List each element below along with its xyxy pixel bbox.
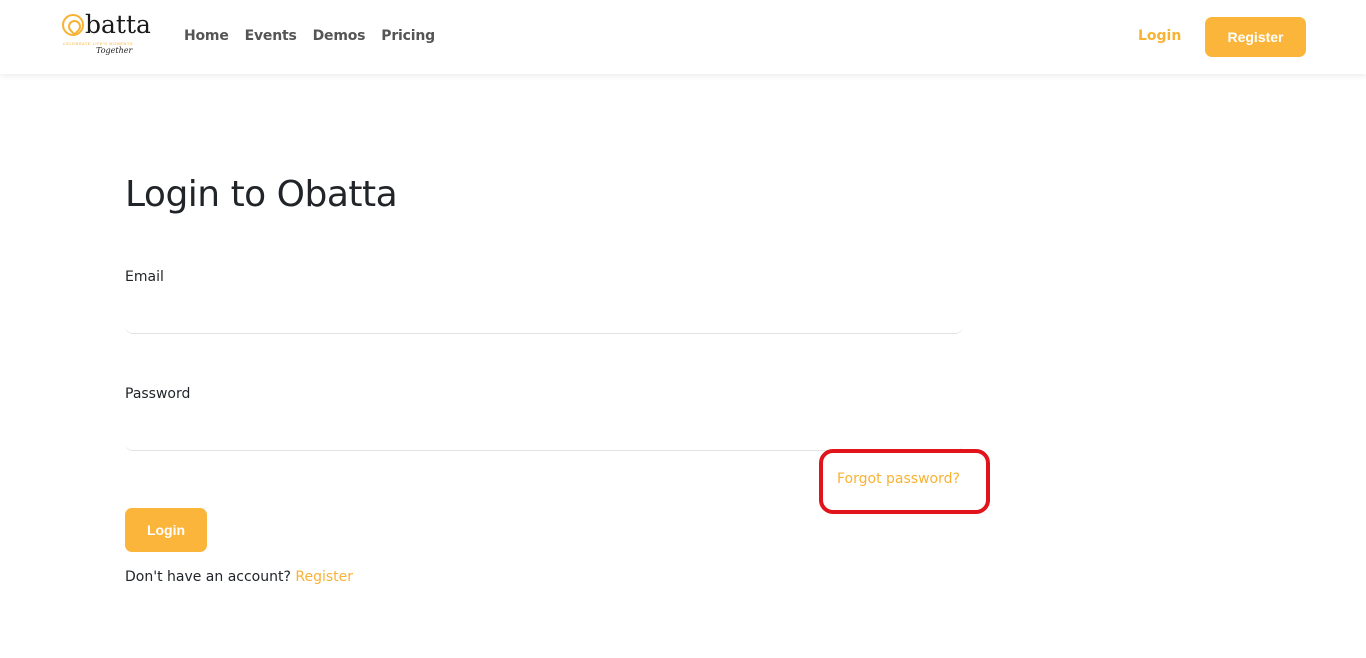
navbar: batta CELEBRATE LIFE'S MOMENTS Together … — [0, 0, 1366, 74]
logo-script: Together — [96, 46, 133, 55]
main-nav: Home Events Demos Pricing — [184, 28, 435, 44]
signup-prompt-text: Don't have an account? — [125, 569, 291, 585]
brand-logo[interactable]: batta CELEBRATE LIFE'S MOMENTS Together — [62, 10, 162, 64]
nav-login-link[interactable]: Login — [1138, 28, 1181, 44]
logo-mark: batta — [62, 10, 151, 39]
nav-pricing[interactable]: Pricing — [381, 28, 435, 44]
nav-events[interactable]: Events — [245, 28, 297, 44]
signup-prompt: Don't have an account? Register — [125, 569, 353, 585]
email-input[interactable] — [125, 298, 963, 334]
password-label: Password — [125, 386, 191, 402]
nav-home[interactable]: Home — [184, 28, 229, 44]
nav-register-button[interactable]: Register — [1205, 17, 1306, 57]
login-submit-button[interactable]: Login — [125, 508, 207, 552]
password-input[interactable] — [125, 415, 963, 451]
page-title: Login to Obatta — [125, 174, 398, 215]
nav-demos[interactable]: Demos — [313, 28, 366, 44]
email-label: Email — [125, 269, 164, 285]
logo-wordmark: batta — [85, 10, 151, 39]
forgot-password-link[interactable]: Forgot password? — [837, 471, 960, 487]
register-link[interactable]: Register — [295, 569, 353, 585]
heart-o-icon — [62, 14, 84, 36]
